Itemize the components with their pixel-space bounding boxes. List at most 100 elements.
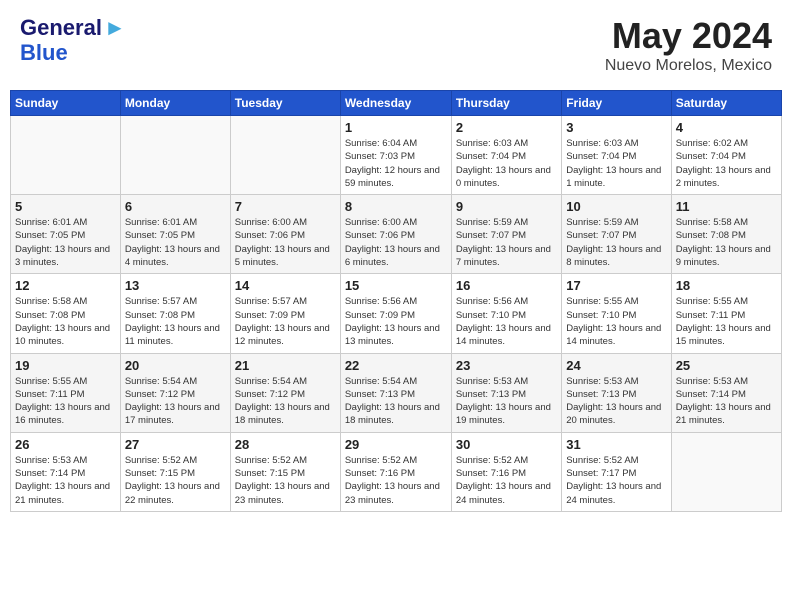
calendar-cell: 27 Sunrise: 5:52 AMSunset: 7:15 PMDayligh… — [120, 432, 230, 511]
day-header-saturday: Saturday — [671, 91, 781, 116]
cell-content: Sunrise: 6:00 AMSunset: 7:06 PMDaylight:… — [235, 216, 336, 269]
location: Nuevo Morelos, Mexico — [605, 57, 772, 75]
cell-line: Daylight: 13 hours and 24 minutes. — [456, 480, 557, 507]
cell-line: Daylight: 13 hours and 22 minutes. — [125, 480, 226, 507]
cell-content: Sunrise: 6:01 AMSunset: 7:05 PMDaylight:… — [125, 216, 226, 269]
cell-line: Sunrise: 5:53 AM — [456, 375, 557, 388]
cell-line: Sunset: 7:12 PM — [125, 388, 226, 401]
day-number: 8 — [345, 199, 447, 214]
cell-line: Sunrise: 5:58 AM — [676, 216, 777, 229]
cell-line: Sunrise: 6:02 AM — [676, 137, 777, 150]
day-number: 28 — [235, 437, 336, 452]
cell-content: Sunrise: 5:52 AMSunset: 7:17 PMDaylight:… — [566, 454, 666, 507]
day-number: 9 — [456, 199, 557, 214]
cell-line: Daylight: 13 hours and 3 minutes. — [15, 243, 116, 270]
calendar-body: 1Sunrise: 6:04 AMSunset: 7:03 PMDaylight… — [11, 116, 782, 512]
cell-line: Sunrise: 5:55 AM — [15, 375, 116, 388]
calendar-cell: 26Sunrise: 5:53 AMSunset: 7:14 PMDayligh… — [11, 432, 121, 511]
cell-content: Sunrise: 6:03 AMSunset: 7:04 PMDaylight:… — [566, 137, 666, 190]
cell-line: Sunset: 7:12 PM — [235, 388, 336, 401]
day-headers-row: SundayMondayTuesdayWednesdayThursdayFrid… — [11, 91, 782, 116]
calendar-cell: 25Sunrise: 5:53 AMSunset: 7:14 PMDayligh… — [671, 353, 781, 432]
day-number: 18 — [676, 278, 777, 293]
cell-line: Daylight: 13 hours and 18 minutes. — [235, 401, 336, 428]
cell-line: Sunset: 7:07 PM — [566, 229, 666, 242]
cell-line: Daylight: 13 hours and 17 minutes. — [125, 401, 226, 428]
cell-line: Daylight: 13 hours and 2 minutes. — [676, 164, 777, 191]
cell-line: Sunrise: 5:53 AM — [676, 375, 777, 388]
cell-content: Sunrise: 6:02 AMSunset: 7:04 PMDaylight:… — [676, 137, 777, 190]
day-number: 3 — [566, 120, 666, 135]
day-number: 7 — [235, 199, 336, 214]
cell-content: Sunrise: 5:58 AMSunset: 7:08 PMDaylight:… — [15, 295, 116, 348]
cell-content: Sunrise: 5:57 AMSunset: 7:08 PMDaylight:… — [125, 295, 226, 348]
cell-line: Sunset: 7:04 PM — [566, 150, 666, 163]
day-number: 13 — [125, 278, 226, 293]
cell-line: Daylight: 12 hours and 59 minutes. — [345, 164, 447, 191]
cell-line: Sunrise: 5:53 AM — [566, 375, 666, 388]
calendar-week-5: 26Sunrise: 5:53 AMSunset: 7:14 PMDayligh… — [11, 432, 782, 511]
cell-line: Daylight: 13 hours and 19 minutes. — [456, 401, 557, 428]
day-number: 24 — [566, 358, 666, 373]
cell-line: Sunrise: 5:52 AM — [235, 454, 336, 467]
day-number: 25 — [676, 358, 777, 373]
calendar-cell — [671, 432, 781, 511]
cell-line: Daylight: 13 hours and 18 minutes. — [345, 401, 447, 428]
cell-content: Sunrise: 5:54 AMSunset: 7:12 PMDaylight:… — [235, 375, 336, 428]
cell-line: Sunrise: 5:55 AM — [676, 295, 777, 308]
calendar-cell — [230, 116, 340, 195]
calendar-cell: 15Sunrise: 5:56 AMSunset: 7:09 PMDayligh… — [340, 274, 451, 353]
calendar-cell: 17 Sunrise: 5:55 AMSunset: 7:10 PMDayligh… — [562, 274, 671, 353]
cell-content: Sunrise: 5:55 AMSunset: 7:10 PMDaylight:… — [566, 295, 666, 348]
cell-line: Sunrise: 6:01 AM — [125, 216, 226, 229]
cell-content: Sunrise: 6:01 AMSunset: 7:05 PMDaylight:… — [15, 216, 116, 269]
cell-line: Sunrise: 5:59 AM — [566, 216, 666, 229]
calendar-cell: 30Sunrise: 5:52 AMSunset: 7:16 PMDayligh… — [451, 432, 561, 511]
day-number: 17 — [566, 278, 666, 293]
calendar-cell: 29Sunrise: 5:52 AMSunset: 7:16 PMDayligh… — [340, 432, 451, 511]
cell-line: Sunrise: 5:57 AM — [235, 295, 336, 308]
cell-line: Sunrise: 5:54 AM — [235, 375, 336, 388]
cell-line: Daylight: 13 hours and 12 minutes. — [235, 322, 336, 349]
calendar-cell: 5Sunrise: 6:01 AMSunset: 7:05 PMDaylight… — [11, 195, 121, 274]
cell-content: Sunrise: 5:57 AMSunset: 7:09 PMDaylight:… — [235, 295, 336, 348]
cell-content: Sunrise: 5:55 AMSunset: 7:11 PMDaylight:… — [15, 375, 116, 428]
cell-line: Daylight: 13 hours and 23 minutes. — [235, 480, 336, 507]
cell-line: Sunset: 7:04 PM — [676, 150, 777, 163]
cell-line: Sunrise: 5:53 AM — [15, 454, 116, 467]
day-number: 31 — [566, 437, 666, 452]
day-number: 27 — [125, 437, 226, 452]
cell-line: Sunrise: 5:52 AM — [456, 454, 557, 467]
calendar-cell: 22Sunrise: 5:54 AMSunset: 7:13 PMDayligh… — [340, 353, 451, 432]
cell-line: Daylight: 13 hours and 14 minutes. — [566, 322, 666, 349]
day-number: 1 — [345, 120, 447, 135]
cell-content: Sunrise: 5:59 AMSunset: 7:07 PMDaylight:… — [566, 216, 666, 269]
calendar-cell: 28 Sunrise: 5:52 AMSunset: 7:15 PMDayligh… — [230, 432, 340, 511]
calendar-cell: 8Sunrise: 6:00 AMSunset: 7:06 PMDaylight… — [340, 195, 451, 274]
cell-line: Sunset: 7:15 PM — [235, 467, 336, 480]
cell-line: Sunrise: 6:01 AM — [15, 216, 116, 229]
calendar-cell: 18 Sunrise: 5:55 AMSunset: 7:11 PMDayligh… — [671, 274, 781, 353]
calendar-cell: 31 Sunrise: 5:52 AMSunset: 7:17 PMDayligh… — [562, 432, 671, 511]
cell-line: Sunset: 7:11 PM — [15, 388, 116, 401]
cell-content: Sunrise: 5:52 AMSunset: 7:16 PMDaylight:… — [456, 454, 557, 507]
cell-line: Sunset: 7:11 PM — [676, 309, 777, 322]
calendar-week-3: 12Sunrise: 5:58 AMSunset: 7:08 PMDayligh… — [11, 274, 782, 353]
day-number: 26 — [15, 437, 116, 452]
day-header-monday: Monday — [120, 91, 230, 116]
day-number: 4 — [676, 120, 777, 135]
cell-line: Sunset: 7:03 PM — [345, 150, 447, 163]
calendar-cell: 11Sunrise: 5:58 AMSunset: 7:08 PMDayligh… — [671, 195, 781, 274]
logo-general: General — [20, 16, 102, 40]
cell-line: Sunset: 7:13 PM — [456, 388, 557, 401]
cell-line: Sunset: 7:05 PM — [125, 229, 226, 242]
cell-line: Sunset: 7:17 PM — [566, 467, 666, 480]
day-header-friday: Friday — [562, 91, 671, 116]
cell-content: Sunrise: 5:55 AMSunset: 7:11 PMDaylight:… — [676, 295, 777, 348]
day-number: 2 — [456, 120, 557, 135]
calendar-cell: 20Sunrise: 5:54 AMSunset: 7:12 PMDayligh… — [120, 353, 230, 432]
cell-line: Sunrise: 5:56 AM — [345, 295, 447, 308]
cell-content: Sunrise: 5:52 AMSunset: 7:15 PMDaylight:… — [125, 454, 226, 507]
calendar-cell: 19Sunrise: 5:55 AMSunset: 7:11 PMDayligh… — [11, 353, 121, 432]
cell-line: Sunset: 7:13 PM — [345, 388, 447, 401]
